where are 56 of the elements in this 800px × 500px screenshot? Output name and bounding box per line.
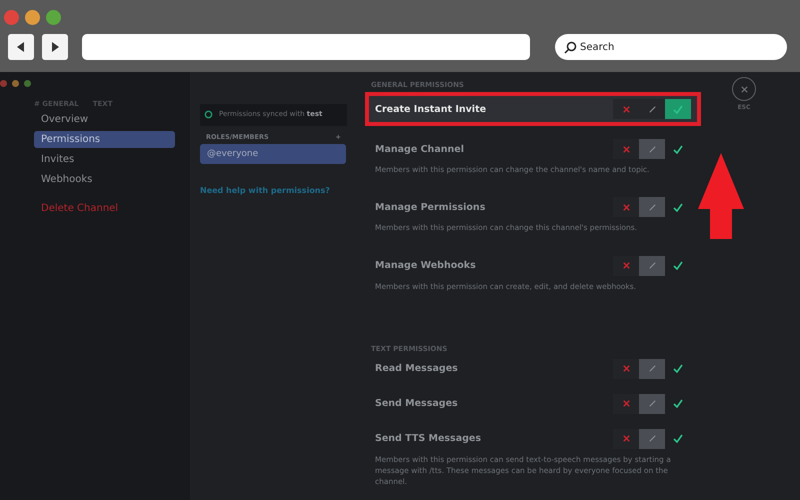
- x-icon: [622, 399, 630, 408]
- role-item[interactable]: @everyone: [200, 144, 346, 164]
- permission-name: Create Instant Invite: [375, 104, 488, 114]
- check-icon: [673, 261, 683, 270]
- permission-name: Manage Permissions: [375, 202, 486, 213]
- permission-name: Manage Webhooks: [375, 260, 477, 271]
- zoom-window-button[interactable]: [24, 80, 31, 87]
- deny-button[interactable]: [613, 99, 639, 119]
- check-icon: [673, 399, 683, 408]
- permission-name: Manage Channel: [375, 144, 465, 154]
- help-link[interactable]: Need help with permissions?: [200, 186, 347, 195]
- delete-channel-link[interactable]: Delete Channel: [34, 200, 175, 217]
- check-icon: [673, 104, 683, 114]
- x-icon: [622, 261, 630, 270]
- deny-button[interactable]: [613, 394, 639, 414]
- slash-icon: [648, 364, 656, 374]
- sidebar-item[interactable]: Invites: [34, 151, 175, 168]
- close-window-button[interactable]: [0, 80, 7, 87]
- check-icon: [673, 202, 683, 212]
- slash-icon: [648, 399, 656, 408]
- slash-icon: [648, 434, 656, 444]
- close-icon: [740, 84, 748, 94]
- back-arrow-icon: [15, 41, 27, 53]
- back-button[interactable]: [8, 34, 34, 60]
- forward-arrow-icon: [49, 41, 61, 53]
- check-icon: [673, 144, 683, 154]
- minimize-window-button[interactable]: [25, 10, 40, 24]
- sync-icon: [204, 110, 213, 119]
- slash-icon: [648, 261, 656, 270]
- search-field[interactable]: Search: [555, 34, 787, 60]
- close-window-button[interactable]: [4, 10, 19, 24]
- sidebar-item[interactable]: Permissions: [34, 131, 175, 148]
- check-icon: [673, 364, 683, 374]
- x-icon: [622, 144, 630, 154]
- permission-name: Send Messages: [375, 398, 459, 410]
- x-icon: [622, 104, 630, 114]
- sidebar-item[interactable]: Overview: [34, 111, 175, 128]
- forward-button[interactable]: [42, 34, 68, 60]
- zoom-window-button[interactable]: [46, 10, 61, 24]
- close-button[interactable]: [732, 77, 756, 101]
- slash-icon: [648, 104, 656, 114]
- x-icon: [622, 364, 630, 374]
- deny-button[interactable]: [613, 139, 639, 159]
- slash-icon: [648, 202, 656, 212]
- check-icon: [673, 434, 683, 444]
- deny-button[interactable]: [613, 358, 639, 379]
- permission-name: Read Messages: [375, 363, 459, 374]
- permission-name: Send TTS Messages: [375, 433, 482, 444]
- x-icon: [622, 202, 630, 212]
- minimize-window-button[interactable]: [12, 80, 19, 87]
- deny-button[interactable]: [613, 428, 639, 449]
- slash-icon: [648, 144, 656, 154]
- x-icon: [622, 434, 630, 444]
- deny-button[interactable]: [613, 256, 639, 276]
- deny-button[interactable]: [613, 197, 639, 218]
- sidebar-item[interactable]: Webhooks: [34, 171, 175, 188]
